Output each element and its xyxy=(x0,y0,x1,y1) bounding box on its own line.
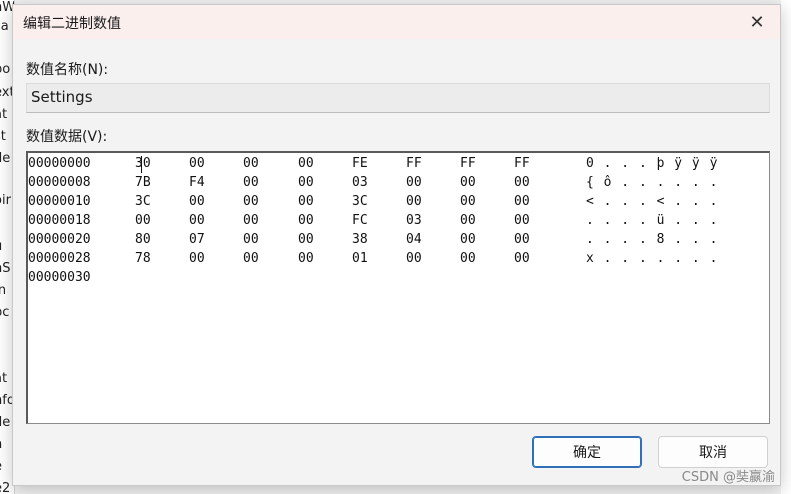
hex-ascii: { ô . . . . . . xyxy=(586,175,719,190)
hex-row: 00000000 30 00 00 00 FE FF FF FF 0 . . . þ ÿ ÿ ÿ xyxy=(28,156,769,175)
hex-byte: 00 xyxy=(189,194,205,209)
hex-byte: 00 xyxy=(298,213,314,228)
hex-row: 00000008 7B F4 00 00 03 00 00 00 { ô . . . . . . xyxy=(28,175,769,194)
hex-row: 00000030 xyxy=(28,270,769,289)
value-name-label: 数值名称(N): xyxy=(26,62,109,78)
hex-byte: 30 xyxy=(135,156,151,171)
hex-byte: 03 xyxy=(406,213,422,228)
hex-byte: FF xyxy=(406,156,422,171)
background-text-fragment: st xyxy=(0,129,6,144)
hex-byte: 00 xyxy=(243,194,259,209)
background-text-fragment: n xyxy=(0,437,2,452)
hex-row: 00000010 3C 00 00 00 3C 00 00 00 < . . . < . . . xyxy=(28,194,769,213)
hex-byte: 00 xyxy=(135,213,151,228)
background-text-fragment: de xyxy=(0,415,11,430)
close-button[interactable]: ✕ xyxy=(734,5,780,39)
hex-byte: 00 xyxy=(460,232,476,247)
hex-byte: 04 xyxy=(406,232,422,247)
hex-byte: 00 xyxy=(514,213,530,228)
background-text-fragment: e xyxy=(0,459,2,474)
background-text-fragment: at xyxy=(0,107,8,122)
hex-byte: FF xyxy=(460,156,476,171)
hex-byte: 00 xyxy=(514,232,530,247)
background-text-fragment: at xyxy=(0,371,8,386)
background-text-fragment: In xyxy=(0,283,6,298)
hex-ascii: . . . . ü . . . xyxy=(586,213,719,228)
value-data-label: 数值数据(V): xyxy=(26,129,108,145)
hex-byte: 00 xyxy=(243,175,259,190)
hex-byte: 00 xyxy=(460,175,476,190)
hex-offset: 00000028 xyxy=(28,251,91,266)
hex-row: 00000028 78 00 00 00 01 00 00 00 x . . . . . . . xyxy=(28,251,769,270)
hex-byte: 00 xyxy=(406,251,422,266)
hex-byte: 38 xyxy=(352,232,368,247)
hex-byte: 00 xyxy=(189,156,205,171)
hex-byte: 00 xyxy=(460,251,476,266)
background-text-fragment: u xyxy=(0,239,2,254)
hex-byte: 78 xyxy=(135,251,151,266)
hex-byte: 03 xyxy=(352,175,368,190)
hex-byte: FE xyxy=(352,156,368,171)
hex-byte: 00 xyxy=(514,175,530,190)
hex-byte: 00 xyxy=(298,175,314,190)
background-text-fragment: de xyxy=(0,151,11,166)
hex-ascii: . . . . 8 . . . xyxy=(586,232,719,247)
hex-offset: 00000010 xyxy=(28,194,91,209)
hex-byte: 00 xyxy=(298,251,314,266)
hex-byte: 07 xyxy=(189,232,205,247)
hex-byte: 00 xyxy=(189,213,205,228)
watermark: CSDN @奘嬴渝 xyxy=(681,470,775,485)
cancel-button[interactable]: 取消 xyxy=(658,436,768,468)
hex-byte: 00 xyxy=(460,194,476,209)
hex-ascii: < . . . < . . . xyxy=(586,194,719,209)
background-window-right xyxy=(781,0,791,494)
hex-byte: 00 xyxy=(406,175,422,190)
dialog-title: 编辑二进制数值 xyxy=(23,16,121,32)
title-bar[interactable]: 编辑二进制数值 ✕ xyxy=(13,5,780,39)
edit-binary-value-dialog: 编辑二进制数值 ✕ 数值名称(N): Settings 数值数据(V): 000… xyxy=(12,4,781,486)
hex-offset: 00000008 xyxy=(28,175,91,190)
hex-byte: 00 xyxy=(243,213,259,228)
hex-byte: 00 xyxy=(189,251,205,266)
hex-byte: 00 xyxy=(298,194,314,209)
close-icon: ✕ xyxy=(749,11,765,33)
hex-byte: 3C xyxy=(352,194,368,209)
ok-button[interactable]: 确定 xyxy=(532,436,642,468)
hex-offset: 00000030 xyxy=(28,270,91,285)
hex-byte: 00 xyxy=(406,194,422,209)
hex-ascii: 0 . . . þ ÿ ÿ ÿ xyxy=(586,156,719,171)
hex-offset: 00000018 xyxy=(28,213,91,228)
background-text-fragment: e2 xyxy=(0,481,11,494)
background-text-fragment: oir xyxy=(0,193,11,208)
background-text-fragment: sa xyxy=(0,19,9,34)
hex-byte: F4 xyxy=(189,175,205,190)
hex-offset: 00000000 xyxy=(28,156,91,171)
hex-ascii: x . . . . . . . xyxy=(586,251,719,266)
hex-byte: 00 xyxy=(243,232,259,247)
hex-byte: 00 xyxy=(514,194,530,209)
hex-byte: 00 xyxy=(298,156,314,171)
hex-row: 00000018 00 00 00 00 FC 03 00 00 . . . . ü . . . xyxy=(28,213,769,232)
hex-byte: 3C xyxy=(135,194,151,209)
hex-editor[interactable]: 00000000 30 00 00 00 FE FF FF FF 0 . . . þ ÿ ÿ ÿ0… xyxy=(26,151,770,424)
hex-row: 00000020 80 07 00 00 38 04 00 00 . . . . 8 . . . xyxy=(28,232,769,251)
hex-byte: 00 xyxy=(243,156,259,171)
hex-byte: 00 xyxy=(243,251,259,266)
hex-byte: FF xyxy=(514,156,530,171)
hex-byte: 7B xyxy=(135,175,151,190)
hex-byte: 01 xyxy=(352,251,368,266)
value-name-field[interactable]: Settings xyxy=(26,83,770,113)
background-text-fragment: pc xyxy=(0,305,10,320)
hex-byte: 00 xyxy=(514,251,530,266)
hex-byte: 80 xyxy=(135,232,151,247)
hex-byte: FC xyxy=(352,213,368,228)
background-text-fragment: po xyxy=(0,62,11,77)
hex-offset: 00000020 xyxy=(28,232,91,247)
hex-byte: 00 xyxy=(298,232,314,247)
hex-byte: 00 xyxy=(460,213,476,228)
background-text-fragment: nS xyxy=(0,261,11,276)
